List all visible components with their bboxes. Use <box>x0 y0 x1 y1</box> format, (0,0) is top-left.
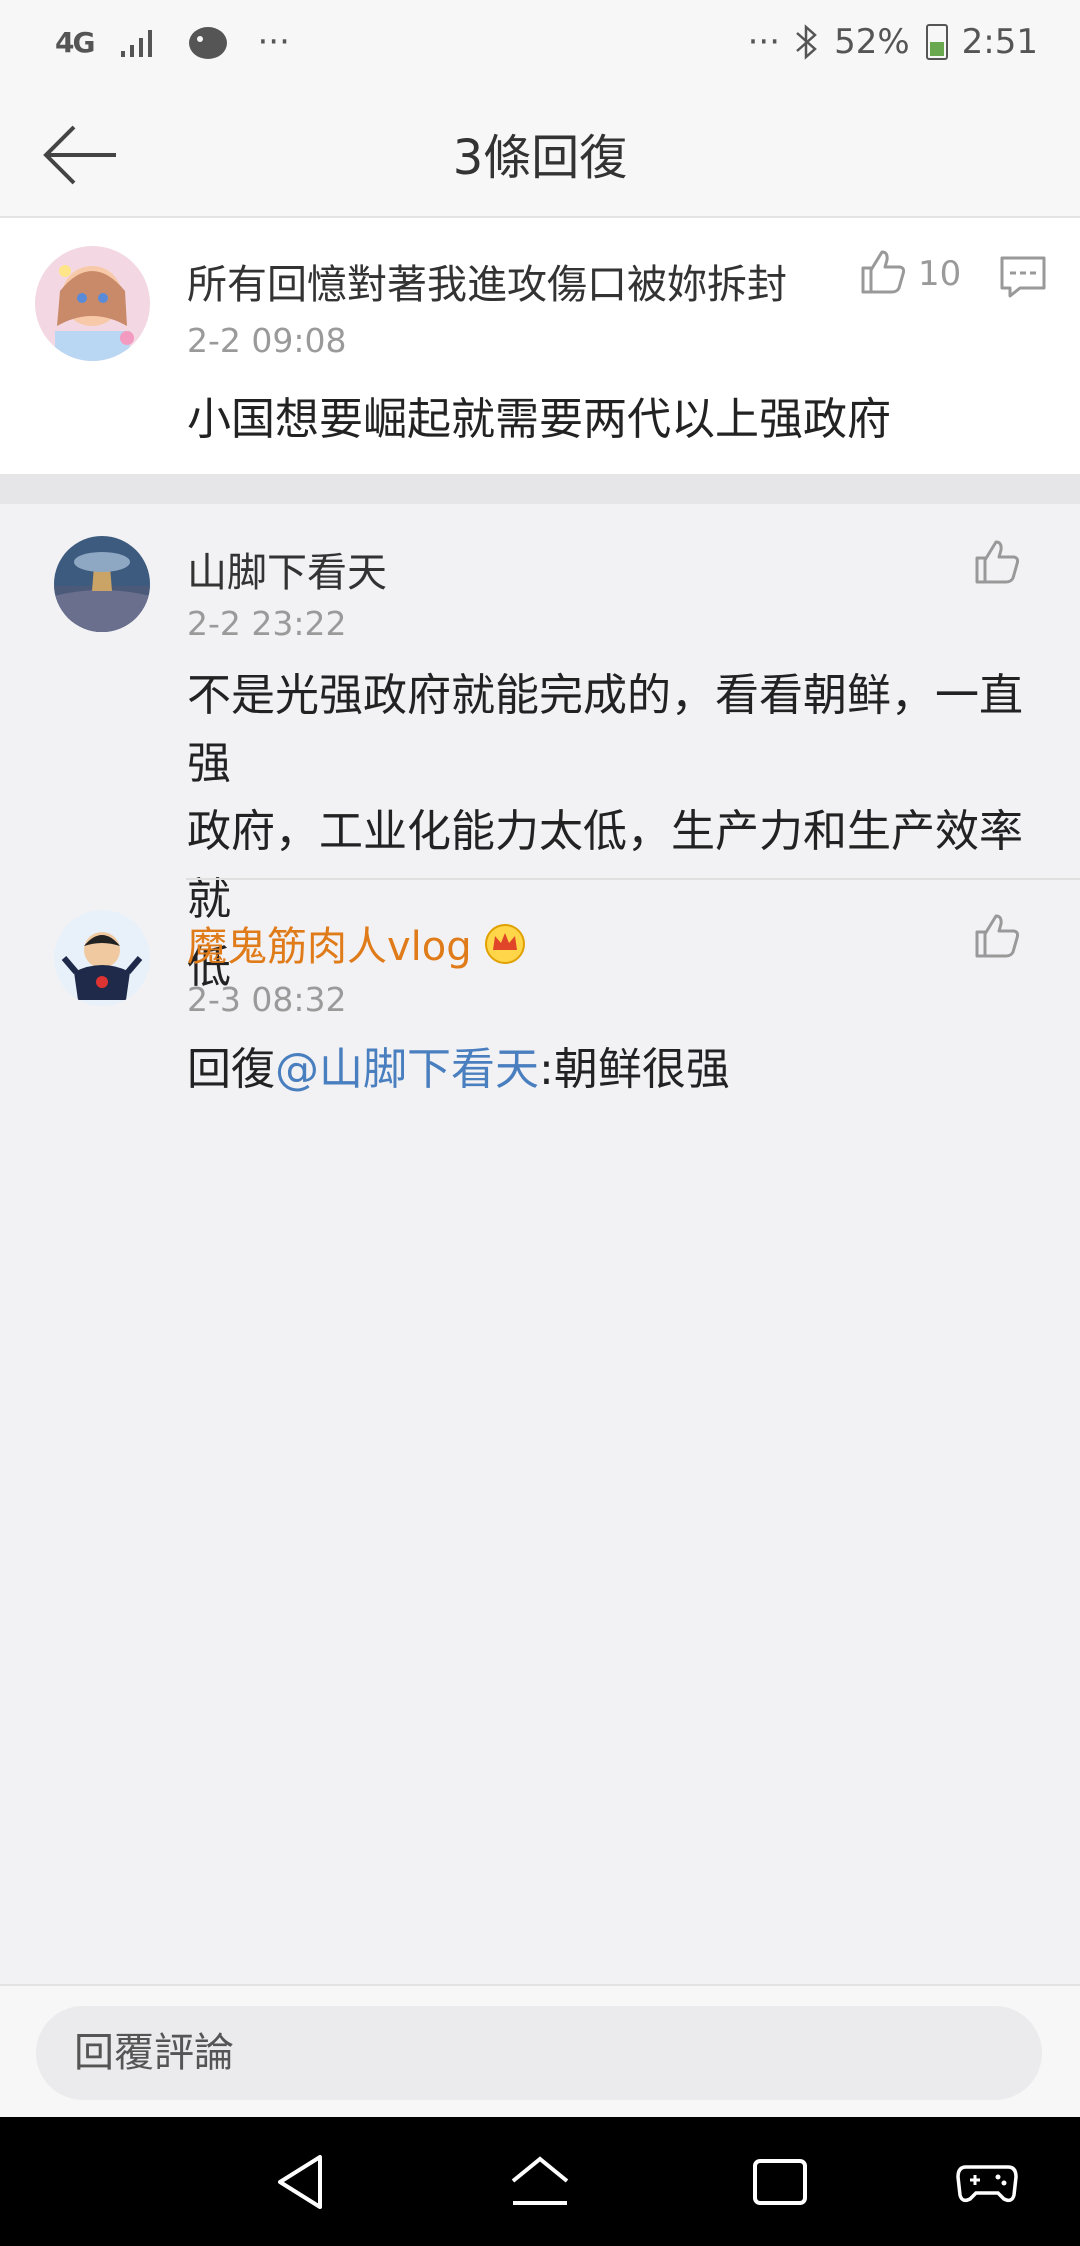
section-divider <box>0 474 1080 504</box>
clock: 2:51 <box>961 22 1038 62</box>
avatar[interactable] <box>35 246 150 361</box>
mention-link[interactable]: @山脚下看天 <box>275 1044 539 1095</box>
game-controller-icon[interactable] <box>952 2147 1022 2217</box>
main-comment: 所有回憶對著我進攻傷口被妳拆封 2-2 09:08 小国想要崛起就需要两代以上强… <box>0 218 1080 474</box>
network-type: 4G <box>55 25 95 59</box>
nav-back-icon[interactable] <box>266 2147 336 2217</box>
reply-content-line: 不是光强政府就能完成的，看看朝鲜，一直强 <box>187 670 1023 789</box>
reply-prefix: 回復 <box>187 1044 275 1095</box>
thumbs-up-icon[interactable] <box>858 246 908 296</box>
bluetooth-icon <box>796 24 817 60</box>
reply-time: 2-3 08:32 <box>187 980 347 1019</box>
thumbs-up-icon[interactable] <box>972 910 1022 960</box>
reply-input[interactable]: 回覆評論 <box>36 2006 1042 2100</box>
reply-time: 2-2 23:22 <box>187 604 347 643</box>
reply-bar: 回覆評論 <box>0 1984 1080 2119</box>
system-nav-bar <box>0 2117 1080 2246</box>
reply-username[interactable]: 魔鬼筋肉人vlog <box>187 914 528 972</box>
app-notification-icon <box>189 27 228 59</box>
page-title: 3條回復 <box>452 130 628 186</box>
reply-text: :朝鲜很强 <box>539 1044 730 1095</box>
reply-content: 回復@山脚下看天:朝鲜很强 <box>187 1036 730 1104</box>
signal-icon <box>121 30 153 57</box>
reply-item: 魔鬼筋肉人vlog 2-3 08:32 回復@山脚下看天:朝鲜很强 <box>0 880 1080 1110</box>
comment-time: 2-2 09:08 <box>187 321 347 360</box>
avatar[interactable] <box>54 910 150 1006</box>
nav-recents-icon[interactable] <box>745 2147 815 2217</box>
battery-percent: 52% <box>834 22 910 62</box>
status-more-dots: ··· <box>257 22 290 62</box>
thumbs-up-icon[interactable] <box>972 536 1022 586</box>
status-right-dots: ··· <box>747 22 781 62</box>
reply-username[interactable]: 山脚下看天 <box>187 540 387 598</box>
avatar[interactable] <box>54 536 150 632</box>
comment-content: 小国想要崛起就需要两代以上强政府 <box>187 394 891 445</box>
status-bar: 4G ··· ··· 52% 2:51 <box>0 0 1080 90</box>
reply-item: 山脚下看天 2-2 23:22 不是光强政府就能完成的，看看朝鲜，一直强 政府，… <box>0 504 1080 993</box>
comment-username[interactable]: 所有回憶對著我進攻傷口被妳拆封 <box>187 252 787 310</box>
nav-home-icon[interactable] <box>505 2147 575 2217</box>
reply-username-text[interactable]: 魔鬼筋肉人vlog <box>187 914 472 972</box>
header: 3條回復 <box>0 90 1080 218</box>
battery-icon <box>925 24 948 60</box>
comment-icon[interactable] <box>998 252 1048 302</box>
crown-badge-icon <box>484 924 525 964</box>
like-count: 10 <box>918 254 962 294</box>
